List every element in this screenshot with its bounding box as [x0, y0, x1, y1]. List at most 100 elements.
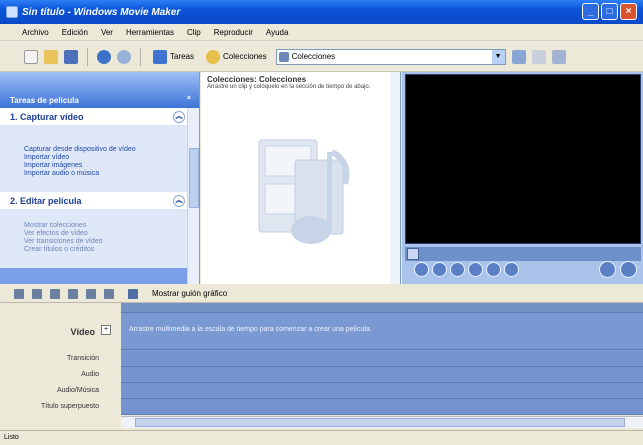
- collections-header: Colecciones: Colecciones Arrastre un cli…: [201, 72, 400, 94]
- scroll-thumb[interactable]: [189, 148, 199, 208]
- timeline-tracks: Arrastre multimedia a la escala de tiemp…: [121, 313, 643, 415]
- titles-credits-link[interactable]: Crear títulos o créditos: [24, 246, 199, 254]
- audio-track[interactable]: [121, 367, 643, 383]
- seek-bar[interactable]: [405, 247, 641, 261]
- edit-section-header[interactable]: 2. Editar película ︽: [0, 192, 199, 210]
- taskpane-scrollbar[interactable]: [187, 108, 199, 284]
- time-ruler[interactable]: [121, 303, 643, 313]
- chevron-up-icon[interactable]: ︽: [173, 111, 185, 123]
- split-clip-icon[interactable]: [599, 261, 616, 278]
- snapshot-icon[interactable]: [620, 261, 637, 278]
- folder-icon: [278, 51, 289, 62]
- storyboard-icon[interactable]: [128, 288, 138, 299]
- show-storyboard-label[interactable]: Mostrar guión gráfico: [152, 289, 227, 298]
- menu-herramientas[interactable]: Herramientas: [126, 28, 174, 37]
- menu-reproducir[interactable]: Reproducir: [214, 28, 253, 37]
- zoom-out-icon[interactable]: [68, 288, 78, 299]
- redo-icon[interactable]: [117, 49, 131, 64]
- capture-section-header[interactable]: 1. Capturar vídeo ︽: [0, 108, 199, 126]
- close-icon[interactable]: ×: [620, 3, 637, 20]
- up-folder-icon[interactable]: [511, 49, 526, 64]
- title-bar: Sin título - Windows Movie Maker _ □ ×: [0, 0, 643, 24]
- video-track[interactable]: Arrastre multimedia a la escala de tiemp…: [121, 313, 643, 350]
- next-frame-icon[interactable]: [504, 262, 519, 277]
- status-text: Listo: [4, 434, 19, 441]
- open-project-icon[interactable]: [44, 49, 58, 64]
- collections-dropdown[interactable]: Colecciones ▼: [275, 48, 506, 65]
- monitor-tools: [599, 261, 637, 278]
- rewind-timeline-icon[interactable]: [86, 288, 96, 299]
- minimize-icon[interactable]: _: [582, 3, 599, 20]
- collections-label: Colecciones: [223, 52, 267, 61]
- preview-monitor: [402, 72, 643, 284]
- play-timeline-icon[interactable]: [104, 288, 114, 299]
- capture-section: 1. Capturar vídeo ︽ Capturar desde dispo…: [0, 108, 199, 268]
- menu-edicion[interactable]: Edición: [62, 28, 88, 37]
- menu-bar: Archivo Edición Ver Herramientas Clip Re…: [0, 24, 643, 41]
- menu-ver[interactable]: Ver: [101, 28, 113, 37]
- collections-scrollbar[interactable]: [390, 72, 400, 284]
- audio-track-label: Audio: [81, 371, 99, 378]
- seek-handle[interactable]: [407, 248, 419, 260]
- rewind-icon[interactable]: [468, 262, 483, 277]
- menu-archivo[interactable]: Archivo: [22, 28, 49, 37]
- chevron-down-icon[interactable]: ▼: [491, 49, 505, 64]
- video-effects-link[interactable]: Ver efectos de vídeo: [24, 230, 199, 238]
- collections-pane: Colecciones: Colecciones Arrastre un cli…: [201, 72, 401, 284]
- chevron-up-icon[interactable]: ︽: [173, 195, 185, 207]
- collections-icon: [206, 49, 221, 64]
- movie-tasks-header: Tareas de película ×: [0, 72, 199, 108]
- toolbar-separator: [87, 47, 88, 66]
- playback-controls: [414, 262, 519, 277]
- audio-music-track-label: Audio/Música: [56, 387, 99, 394]
- audio-levels-icon[interactable]: [32, 288, 42, 299]
- show-collections-link[interactable]: Mostrar colecciones: [24, 222, 199, 230]
- import-video-link[interactable]: Importar vídeo: [24, 154, 199, 162]
- import-pictures-link[interactable]: Importar imágenes: [24, 162, 199, 170]
- status-bar: Listo: [0, 430, 643, 445]
- collections-button[interactable]: Colecciones: [203, 48, 270, 66]
- video-transitions-link[interactable]: Ver transiciones de vídeo: [24, 238, 199, 246]
- timeline-toolbar: Mostrar guión gráfico: [0, 285, 643, 303]
- play-icon[interactable]: [414, 262, 429, 277]
- new-project-icon[interactable]: [24, 49, 38, 64]
- window-controls: _ □ ×: [582, 3, 637, 20]
- previous-frame-icon[interactable]: [450, 262, 465, 277]
- main-toolbar: Tareas Colecciones Colecciones ▼: [0, 42, 643, 72]
- window-title: Sin título - Windows Movie Maker: [22, 6, 181, 18]
- audio-music-track[interactable]: [121, 383, 643, 399]
- zoom-in-icon[interactable]: [50, 288, 60, 299]
- expand-video-icon[interactable]: +: [101, 325, 111, 335]
- tasks-label: Tareas: [170, 52, 195, 61]
- capture-from-device-link[interactable]: Capturar desde dispositivo de vídeo: [24, 146, 199, 154]
- collections-description: Arrastre un clip y colóquelo en la secci…: [207, 84, 371, 90]
- edit-links: Mostrar colecciones Ver efectos de vídeo…: [0, 210, 199, 268]
- timeline-scrollbar[interactable]: [121, 416, 643, 428]
- timeline-hint: Arrastre multimedia a la escala de tiemp…: [129, 326, 372, 333]
- undo-icon[interactable]: [97, 49, 111, 64]
- import-audio-link[interactable]: Importar audio o música: [24, 170, 199, 178]
- title-overlay-track[interactable]: [121, 399, 643, 415]
- close-pane-icon[interactable]: ×: [187, 95, 191, 102]
- new-collection-icon[interactable]: [531, 49, 546, 64]
- preview-screen: [405, 74, 641, 244]
- menu-ayuda[interactable]: Ayuda: [266, 28, 289, 37]
- tasks-button[interactable]: Tareas: [150, 48, 197, 66]
- narrate-icon[interactable]: [14, 288, 24, 299]
- views-icon[interactable]: [551, 49, 566, 64]
- edit-section-title: 2. Editar película: [10, 195, 82, 206]
- forward-icon[interactable]: [486, 262, 501, 277]
- collections-title: Colecciones: Colecciones: [207, 75, 307, 84]
- capture-links: Capturar desde dispositivo de vídeo Impo…: [0, 126, 199, 192]
- maximize-icon[interactable]: □: [601, 3, 618, 20]
- toolbar-separator: [140, 47, 141, 66]
- movie-tasks-title: Tareas de película: [10, 96, 79, 105]
- menu-clip[interactable]: Clip: [187, 28, 201, 37]
- track-labels: Vídeo + Transición Audio Audio/Música Tí…: [0, 303, 121, 431]
- save-project-icon[interactable]: [64, 49, 78, 64]
- scroll-thumb[interactable]: [135, 418, 625, 427]
- movie-tasks-pane: Tareas de película × 1. Capturar vídeo ︽…: [0, 72, 200, 284]
- transition-track[interactable]: [121, 351, 643, 367]
- stop-icon[interactable]: [432, 262, 447, 277]
- tasks-icon: [153, 49, 167, 64]
